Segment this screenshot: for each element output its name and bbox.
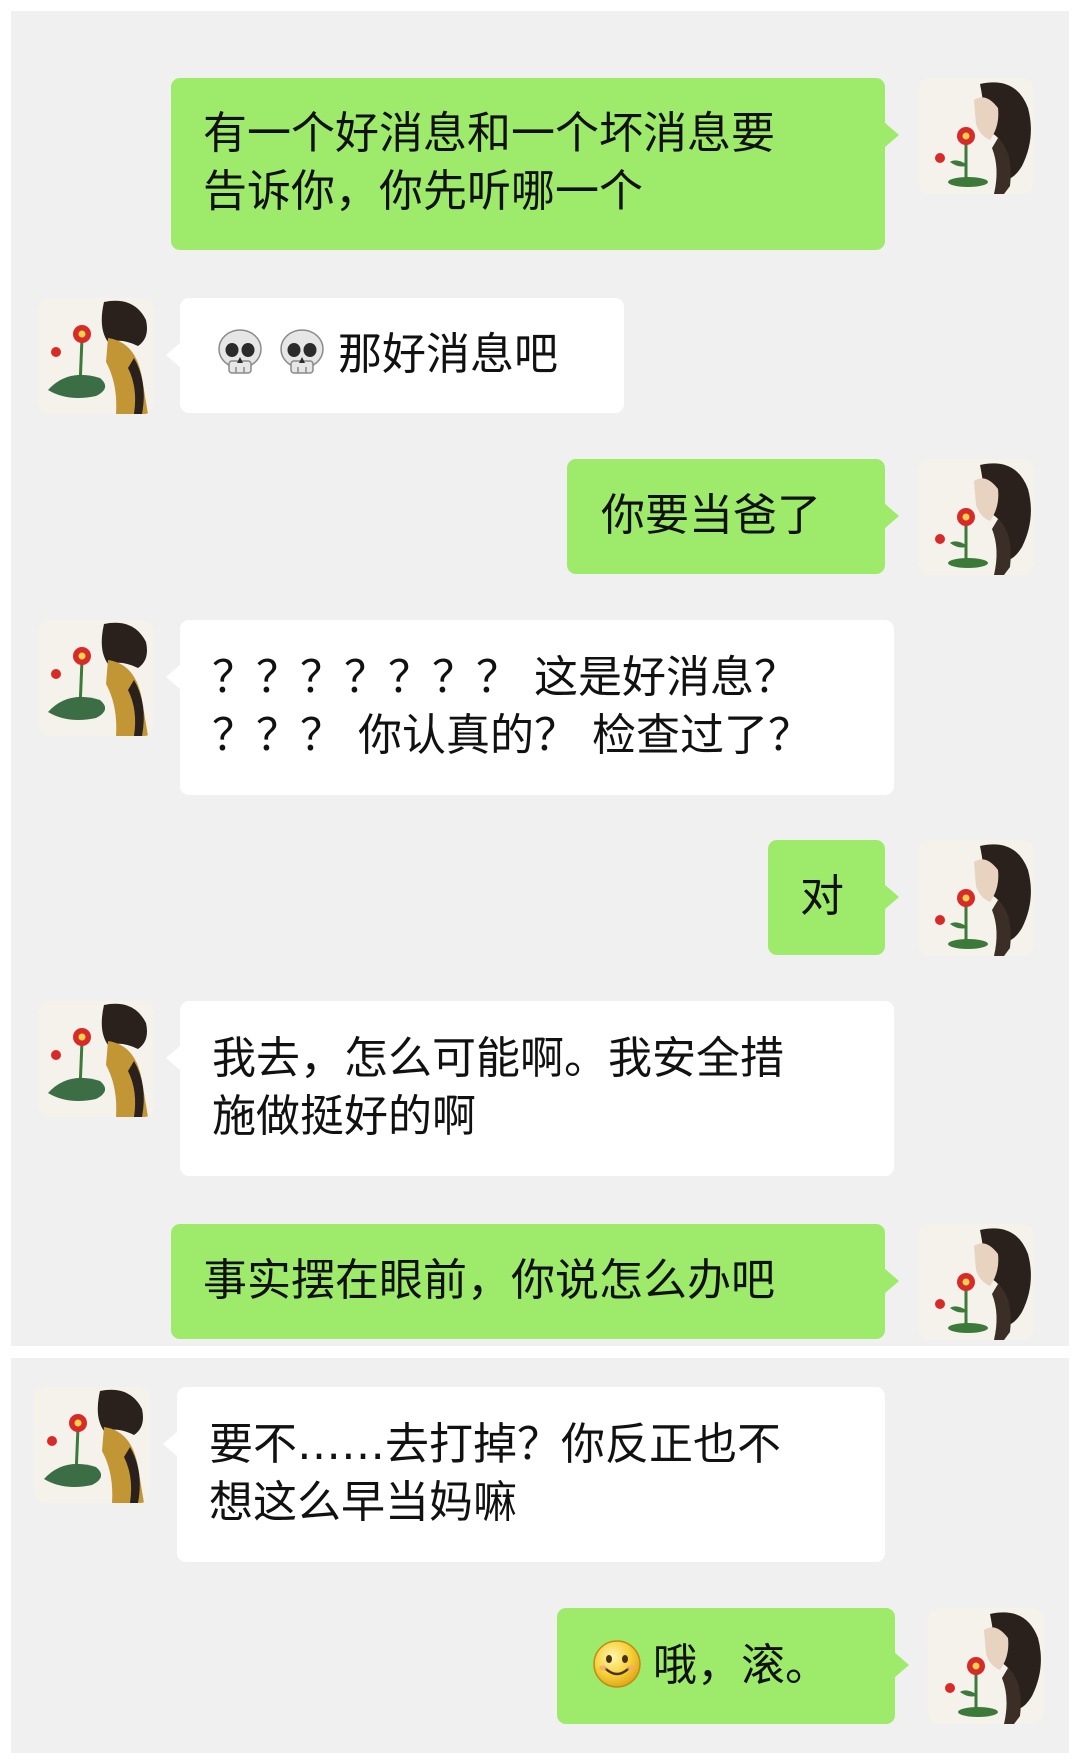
skull-icon <box>276 327 328 379</box>
contact-avatar[interactable] <box>38 298 154 414</box>
contact-avatar[interactable] <box>38 1001 154 1117</box>
sender-avatar[interactable] <box>918 459 1034 575</box>
avatar-flower-girl-icon <box>918 840 1034 956</box>
received-message-bubble[interactable]: 要不……去打掉？你反正也不 想这么早当妈嘛 <box>163 1387 885 1562</box>
avatar-flower-boy-icon <box>38 1001 154 1117</box>
received-message-bubble[interactable]: 那好消息吧 <box>166 298 624 413</box>
sent-message-bubble[interactable]: 哦，滚。 <box>557 1608 909 1724</box>
avatar-flower-boy-icon <box>38 620 154 736</box>
chat-screenshot: 有一个好消息和一个坏消息要 告诉你，你先听哪一个 那好消息吧 你要当爸了 ？？？… <box>0 0 1080 1761</box>
message-text: ？？？？？？？ 这是好消息？ <box>212 652 798 703</box>
message-text: 告诉你，你先听哪一个 <box>203 166 643 217</box>
contact-avatar[interactable] <box>34 1387 150 1503</box>
sender-avatar[interactable] <box>918 78 1034 194</box>
message-text: 我去，怎么可能啊。我安全措 <box>212 1033 784 1084</box>
avatar-flower-boy-icon <box>34 1387 150 1503</box>
sent-message-bubble[interactable]: 事实摆在眼前，你说怎么办吧 <box>171 1224 899 1339</box>
smile-emoji-icon <box>591 1638 643 1690</box>
avatar-flower-girl-icon <box>918 1224 1034 1340</box>
avatar-flower-girl-icon <box>918 78 1034 194</box>
message-text: 事实摆在眼前，你说怎么办吧 <box>203 1255 775 1306</box>
skull-icon <box>214 327 266 379</box>
avatar-flower-girl-icon <box>918 459 1034 575</box>
avatar-flower-girl-icon <box>928 1608 1044 1724</box>
sent-message-bubble[interactable]: 对 <box>768 840 899 955</box>
sender-avatar[interactable] <box>928 1608 1044 1724</box>
contact-avatar[interactable] <box>38 620 154 736</box>
message-text: 有一个好消息和一个坏消息要 <box>203 108 775 159</box>
avatar-flower-boy-icon <box>38 298 154 414</box>
message-text: 那好消息吧 <box>338 329 558 380</box>
sent-message-bubble[interactable]: 你要当爸了 <box>567 459 899 574</box>
message-text: 想这么早当妈嘛 <box>209 1477 517 1528</box>
message-text: ？？？ 你认真的？ 检查过了？ <box>212 710 812 761</box>
received-message-bubble[interactable]: 我去，怎么可能啊。我安全措 施做挺好的啊 <box>166 1001 894 1176</box>
sender-avatar[interactable] <box>918 840 1034 956</box>
sender-avatar[interactable] <box>918 1224 1034 1340</box>
message-text: 施做挺好的啊 <box>212 1091 476 1142</box>
message-text: 要不……去打掉？你反正也不 <box>209 1419 781 1470</box>
message-text: 对 <box>800 871 844 922</box>
message-text: 你要当爸了 <box>601 490 821 541</box>
sent-message-bubble[interactable]: 有一个好消息和一个坏消息要 告诉你，你先听哪一个 <box>171 78 899 250</box>
message-text: 哦，滚。 <box>653 1640 829 1691</box>
received-message-bubble[interactable]: ？？？？？？？ 这是好消息？ ？？？ 你认真的？ 检查过了？ <box>166 620 894 795</box>
